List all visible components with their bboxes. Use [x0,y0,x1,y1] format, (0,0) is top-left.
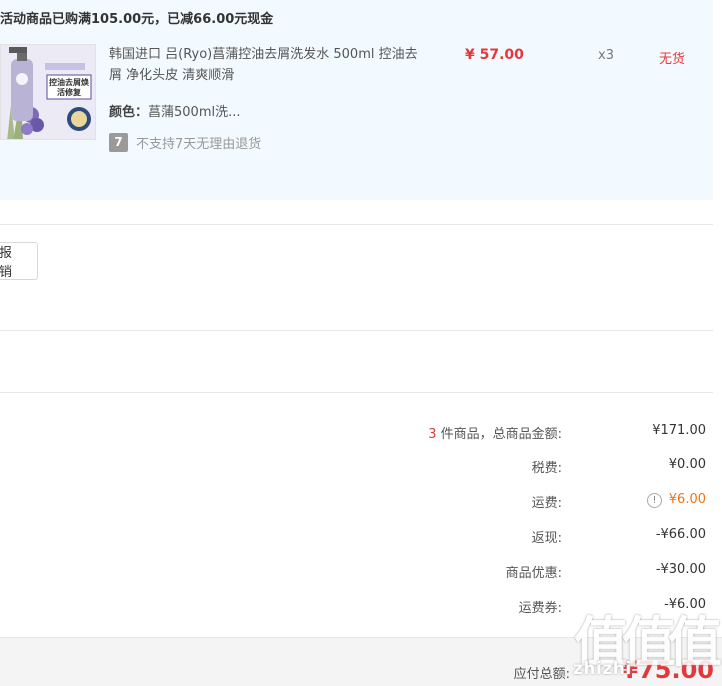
watermark-text: zhizhi [573,659,632,679]
product-thumbnail[interactable]: 控油去屑焕活修复 [0,44,96,140]
info-icon[interactable]: ! [647,493,662,508]
promo-title: 活动商品已购满105.00元，已减66.00元现金 [0,12,274,27]
items-label: 3 件商品，总商品金额: [428,423,562,442]
no-return-notice: 7 不支持7天无理由退货 [109,132,261,152]
summary-discount-row: 商品优惠: -¥30.00 [0,562,714,582]
divider [0,392,713,393]
no-return-text: 不支持7天无理由退货 [136,136,262,152]
shipping-label: 运费: [531,496,562,511]
items-value: ¥171.00 [652,423,706,438]
discount-value: -¥30.00 [655,562,706,577]
product-color: 颜色：菖蒲500ml洗... [109,101,241,120]
watermark-mark-3: 值 [668,611,722,674]
summary-shipping-row: 运费: ! ¥6.00 [0,492,714,512]
summary-tax-row: 税费: ¥0.00 [0,457,714,477]
divider [0,224,713,225]
color-value: 菖蒲500ml洗... [148,105,241,120]
items-label-text: 件商品，总商品金额: [436,427,562,442]
product-image-text: 控油去屑焕活修复 [49,78,89,97]
rebate-label: 返现: [531,531,562,546]
product-quantity: x3 [598,48,614,63]
color-label: 颜色： [109,105,149,120]
no-7day-return-icon: 7 [109,132,128,152]
rebate-value: -¥66.00 [655,527,706,542]
tax-label: 税费: [531,461,562,476]
summary-items-row: 3 件商品，总商品金额: ¥171.00 [0,423,714,443]
divider [0,330,713,331]
product-name-link[interactable]: 韩国进口 吕(Ryo)菖蒲控油去屑洗发水 500ml 控油去屑 净化头皮 清爽顺… [109,44,419,86]
stock-status: 无货 [659,52,686,67]
product-price: ¥ 57.00 [465,47,524,63]
shipping-value: ¥6.00 [668,492,706,507]
total-label: 应付总额: [513,667,570,682]
coupon-label: 运费券: [518,601,562,616]
summary-rebate-row: 返现: -¥66.00 [0,527,714,547]
discount-label: 商品优惠: [505,566,562,581]
reimburse-button[interactable]: 报销 [0,242,38,280]
promo-section: 活动商品已购满105.00元，已减66.00元现金 控油去屑焕活修复 韩国进口 … [0,0,713,200]
tax-value: ¥0.00 [668,457,706,472]
